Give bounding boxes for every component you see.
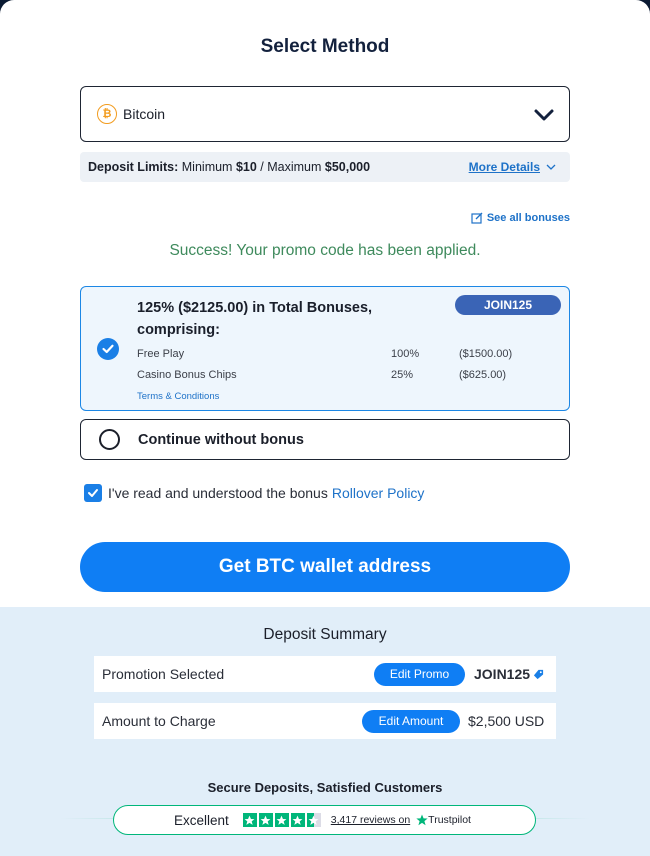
promotion-label: Promotion Selected bbox=[102, 666, 225, 682]
star-icon bbox=[274, 813, 289, 827]
trustpilot-star-icon bbox=[416, 814, 428, 826]
bonus-row-pct: 25% bbox=[391, 369, 414, 381]
bonus-row: Free Play 100% ($1500.00) bbox=[137, 348, 557, 360]
promotion-value: JOIN125 bbox=[474, 666, 531, 682]
half-star-icon bbox=[306, 813, 321, 827]
bonus-row-name: Free Play bbox=[137, 348, 185, 360]
page-title: Select Method bbox=[260, 36, 390, 57]
edit-promo-button[interactable]: Edit Promo bbox=[374, 662, 465, 686]
reviews-link[interactable]: 3,417 reviews on bbox=[331, 814, 410, 826]
external-edit-icon bbox=[471, 212, 483, 224]
trust-rating-word: Excellent bbox=[174, 812, 229, 828]
acknowledge-text: I've read and understood the bonus bbox=[108, 485, 328, 501]
amount-label: Amount to Charge bbox=[102, 713, 216, 729]
trustpilot-logo: Trustpilot bbox=[416, 814, 471, 826]
more-details-link[interactable]: More Details bbox=[469, 160, 556, 174]
bonus-row-amount: ($625.00) bbox=[459, 369, 507, 381]
limits-min-label: Minimum bbox=[178, 160, 236, 174]
bonus-title: 125% ($2125.00) in Total Bonuses, compri… bbox=[137, 300, 373, 338]
no-bonus-option[interactable]: Continue without bonus bbox=[80, 419, 570, 460]
star-icon bbox=[242, 813, 257, 827]
star-icon bbox=[290, 813, 305, 827]
radio-button[interactable] bbox=[99, 429, 120, 450]
bonus-option-selected[interactable]: 125% ($2125.00) in Total Bonuses, compri… bbox=[80, 286, 570, 411]
acknowledge-checkbox[interactable] bbox=[84, 484, 102, 502]
check-circle-icon[interactable] bbox=[97, 338, 119, 360]
summary-row-amount: Amount to Charge Edit Amount $2,500 USD bbox=[94, 703, 556, 739]
limits-label: Deposit Limits: bbox=[88, 160, 179, 174]
bonus-row-name: Casino Bonus Chips bbox=[137, 369, 237, 381]
rollover-acknowledgement: I've read and understood the bonus Rollo… bbox=[84, 484, 424, 502]
deposit-summary: Deposit Summary Promotion Selected Edit … bbox=[0, 607, 650, 856]
chevron-down-icon bbox=[546, 164, 556, 170]
payment-method-select[interactable]: ₿ Bitcoin bbox=[80, 86, 570, 142]
limits-min-value: $10 bbox=[235, 160, 257, 174]
deposit-panel: Select Method ₿ Bitcoin Deposit Limits: … bbox=[0, 0, 650, 856]
edit-amount-button[interactable]: Edit Amount bbox=[362, 709, 460, 733]
bonus-row-pct: 100% bbox=[391, 348, 420, 360]
trust-heading: Secure Deposits, Satisfied Customers bbox=[207, 780, 443, 795]
bonus-row: Casino Bonus Chips 25% ($625.00) bbox=[137, 369, 557, 381]
see-all-bonuses-label: See all bonuses bbox=[486, 212, 570, 224]
summary-row-promotion: Promotion Selected Edit Promo JOIN125 bbox=[94, 656, 556, 692]
summary-title: Deposit Summary bbox=[263, 626, 387, 643]
limits-max-label: / Maximum bbox=[256, 160, 325, 174]
terms-link[interactable]: Terms & Conditions bbox=[137, 391, 219, 402]
promo-success-message: Success! Your promo code has been applie… bbox=[169, 242, 481, 259]
promo-code-badge: JOIN125 bbox=[455, 295, 561, 315]
rating-stars bbox=[242, 813, 321, 827]
trustpilot-widget[interactable]: Excellent 3,417 reviews on Trustpilot bbox=[113, 805, 536, 835]
get-wallet-address-button[interactable]: Get BTC wallet address bbox=[80, 542, 570, 592]
chevron-down-icon[interactable] bbox=[531, 102, 557, 128]
trustpilot-brand: Trustpilot bbox=[428, 814, 471, 826]
bonus-row-amount: ($1500.00) bbox=[459, 348, 513, 360]
tag-icon bbox=[533, 669, 544, 679]
see-all-bonuses-link[interactable]: See all bonuses bbox=[471, 212, 570, 224]
star-icon bbox=[258, 813, 273, 827]
deposit-limits: Deposit Limits: Minimum $10 / Maximum $5… bbox=[80, 152, 570, 182]
no-bonus-label: Continue without bonus bbox=[138, 431, 304, 448]
promotion-value-wrap: JOIN125 bbox=[474, 666, 544, 682]
more-details-label: More Details bbox=[468, 160, 540, 174]
bitcoin-icon: ₿ bbox=[97, 104, 117, 124]
amount-value: $2,500 USD bbox=[468, 713, 545, 729]
rollover-policy-link[interactable]: Rollover Policy bbox=[332, 485, 425, 501]
payment-method-value: Bitcoin bbox=[123, 106, 166, 122]
limits-max-value: $50,000 bbox=[324, 160, 371, 174]
